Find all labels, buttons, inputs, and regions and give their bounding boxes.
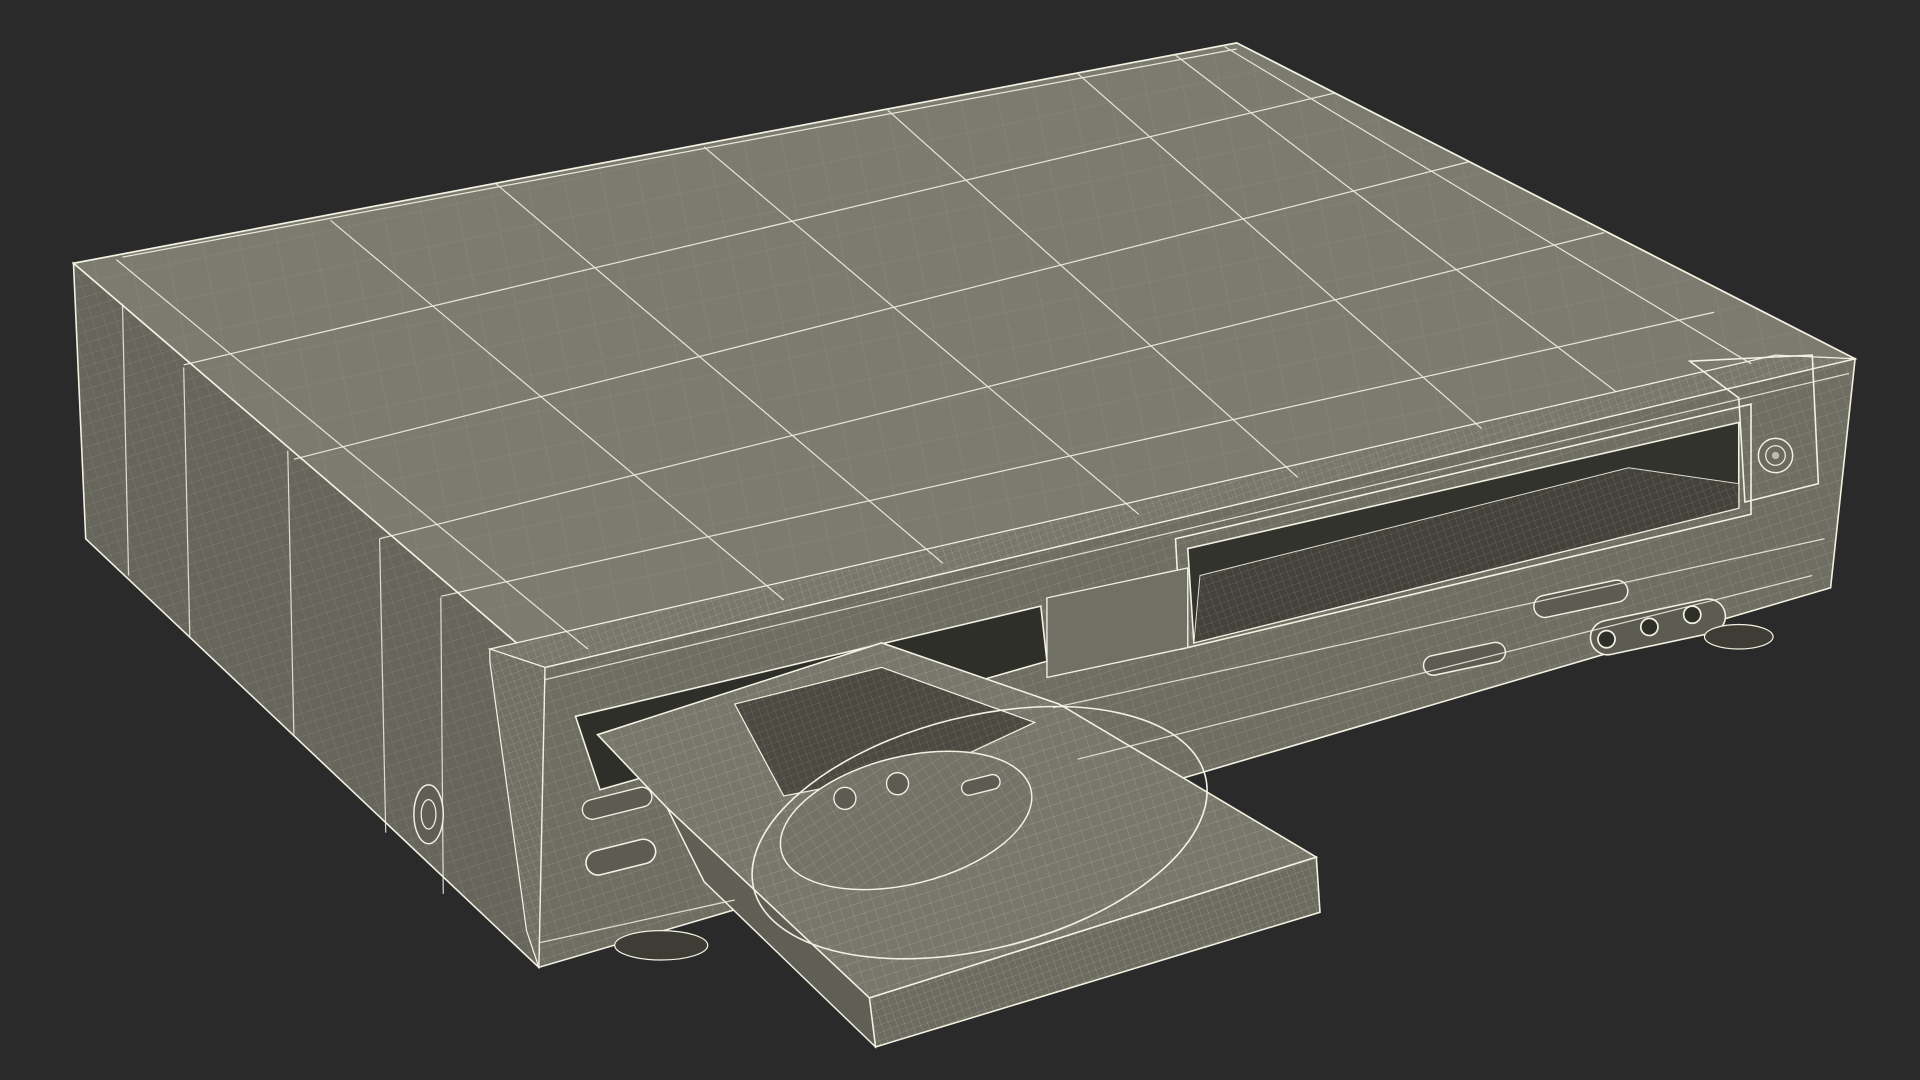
wireframe-model xyxy=(71,41,1858,1049)
side-screw xyxy=(413,784,444,845)
render-viewport xyxy=(0,0,1920,1080)
audio-left-jack[interactable] xyxy=(1639,617,1659,637)
audio-right-jack[interactable] xyxy=(1682,605,1702,625)
video-jack[interactable] xyxy=(1597,629,1616,649)
vcr-panel-screw xyxy=(1757,437,1794,474)
